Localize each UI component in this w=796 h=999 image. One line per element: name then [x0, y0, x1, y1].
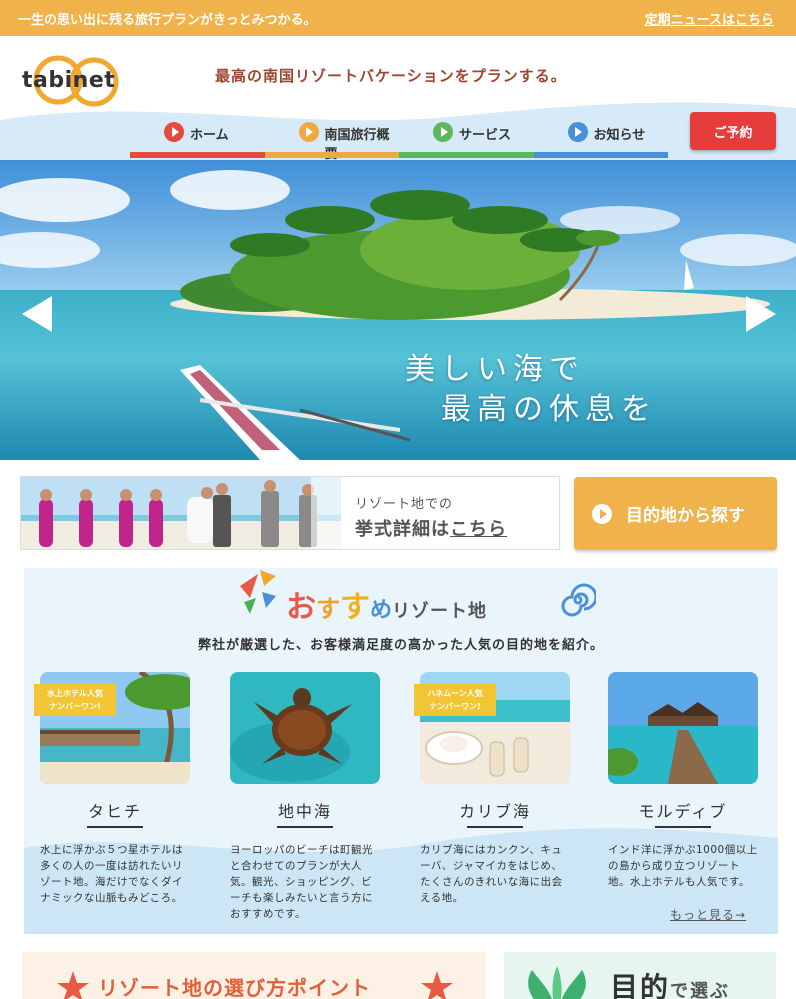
- play-icon: [592, 503, 612, 524]
- wedding-banner[interactable]: リゾート地での 挙式詳細はこちら: [20, 476, 560, 550]
- destination-description: インド洋に浮かぶ1000個以上の島から成り立つリゾート地。水上ホテルも人気です。: [608, 844, 758, 888]
- recommend-description: 弊社が厳選した、お客様満足度の高かった人気の目的地を紹介。: [197, 638, 604, 653]
- name-underline: [655, 826, 711, 828]
- wedding-title: 挙式詳細はこちら: [355, 515, 507, 541]
- reserve-button[interactable]: ご予約: [690, 112, 776, 150]
- play-icon: [567, 122, 588, 142]
- nav-color-bar: [130, 152, 265, 158]
- site-tagline: 最高の南国リゾートバケーションをプランする。: [215, 67, 567, 85]
- nav-item-overview[interactable]: 南国旅行概要: [264, 114, 399, 160]
- nav-color-bar: [264, 152, 399, 158]
- nav-item-home[interactable]: ホーム: [130, 114, 265, 158]
- nav-item-label: ホーム: [190, 128, 229, 143]
- destination-card-tahiti[interactable]: 水上ホテル人気 ナンバーワン! タヒチ 水上に浮かぶ５つ星ホテルは多くの人の一度は…: [34, 672, 190, 906]
- name-underline: [277, 826, 333, 828]
- search-by-destination-label: 目的地から探す: [626, 506, 745, 526]
- site-header: tabinet 最高の南国リゾートバケーションをプランする。 ホーム 南国旅行概…: [0, 36, 796, 160]
- palm-leaf-icon: [528, 966, 586, 999]
- choose-by-purpose-section: 目的で選ぶ: [504, 952, 776, 999]
- nav-item-label: お知らせ: [593, 128, 646, 143]
- destination-description: カリブ海にはカンクン、キューバ、ジャマイカをはじめ、たくさんのきれいな海に出会え…: [420, 844, 563, 904]
- hero-caption: 美しい海で 最高の休息を: [405, 350, 657, 430]
- popularity-badge: ハネムーン人気 ナンバーワン!: [414, 684, 496, 716]
- nav-item-news[interactable]: お知らせ: [533, 114, 668, 158]
- destination-card-caribbean[interactable]: ハネムーン人気 ナンバーワン! カリブ海 カリブ海にはカンクン、キューバ、ジャマイ…: [414, 672, 570, 906]
- section-title: おすすめリゾート地: [236, 568, 596, 628]
- destination-description: 水上に浮かぶ５つ星ホテルは多くの人の一度は訪れたいリゾート地。海だけでなくダイナ…: [40, 844, 183, 904]
- nav-color-bar: [399, 152, 534, 158]
- play-icon: [298, 122, 319, 142]
- resort-selection-tips-title: リゾート地の選び方ポイント: [98, 976, 371, 999]
- starfish-icon: [57, 971, 89, 999]
- destination-name[interactable]: 地中海: [230, 798, 380, 822]
- nav-color-bar: [533, 152, 668, 158]
- hero-caption-line2: 最高の休息を: [441, 392, 657, 427]
- logo-text: tabinet: [22, 68, 116, 93]
- destination-card-mediterranean[interactable]: 地中海 ヨーロッパのビーチは町観光と合わせてのプランが大人気。観光、ショッピング…: [230, 672, 380, 922]
- name-underline: [87, 826, 143, 828]
- hero-slider: 美しい海で 最高の休息を: [0, 160, 796, 460]
- slider-prev-arrow[interactable]: [22, 296, 52, 332]
- spiral-shell-icon: [561, 583, 596, 617]
- see-more-link[interactable]: もっと見る→: [670, 906, 746, 923]
- wedding-photo: [21, 477, 341, 549]
- nav-item-label: サービス: [459, 128, 512, 143]
- tabinet-logo[interactable]: tabinet: [20, 48, 132, 114]
- destination-name[interactable]: カリブ海: [420, 798, 570, 822]
- news-link[interactable]: 定期ニュースはこちら: [645, 9, 774, 28]
- main-navigation: ホーム 南国旅行概要 サービス お知らせ: [130, 114, 668, 160]
- destination-name[interactable]: タヒチ: [40, 798, 190, 822]
- hero-beach-image: [0, 160, 796, 460]
- destination-description: ヨーロッパのビーチは町観光と合わせてのプランが大人気。観光、ショッピング、ビーチ…: [230, 844, 373, 920]
- wedding-subtitle: リゾート地での: [355, 497, 454, 512]
- destination-photo: [230, 672, 380, 784]
- resort-selection-tips-section: リゾート地の選び方ポイント: [22, 952, 486, 999]
- play-icon: [164, 122, 184, 142]
- top-announcement-bar: 一生の思い出に残る旅行プランがきっとみつかる。 定期ニュースはこちら: [0, 0, 796, 36]
- recommended-resorts-section: おすすめリゾート地 弊社が厳選した、お客様満足度の高かった人気の目的地を紹介。 …: [24, 568, 778, 934]
- recommend-title: おすすめリゾート地: [286, 590, 488, 625]
- slider-next-arrow[interactable]: [746, 296, 776, 332]
- popularity-badge: 水上ホテル人気 ナンバーワン!: [34, 684, 116, 716]
- destination-photo: [608, 672, 758, 784]
- choose-by-purpose-title: 目的で選ぶ: [610, 971, 731, 999]
- wedding-details-link[interactable]: こちら: [450, 519, 507, 540]
- name-underline: [467, 826, 523, 828]
- nav-item-service[interactable]: サービス: [399, 114, 534, 158]
- destination-name[interactable]: モルディブ: [608, 798, 758, 822]
- confetti-icon: [240, 570, 276, 614]
- starfish-icon: [421, 971, 453, 999]
- hero-caption-line1: 美しい海で: [405, 352, 585, 387]
- play-icon: [433, 122, 453, 142]
- destination-card-maldives[interactable]: モルディブ インド洋に浮かぶ1000個以上の島から成り立つリゾート地。水上ホテル…: [608, 672, 758, 890]
- announcement-text: 一生の思い出に残る旅行プランがきっとみつかる。: [18, 12, 317, 28]
- wedding-title-prefix: 挙式詳細は: [355, 519, 450, 540]
- search-by-destination-button[interactable]: 目的地から探す: [574, 477, 777, 550]
